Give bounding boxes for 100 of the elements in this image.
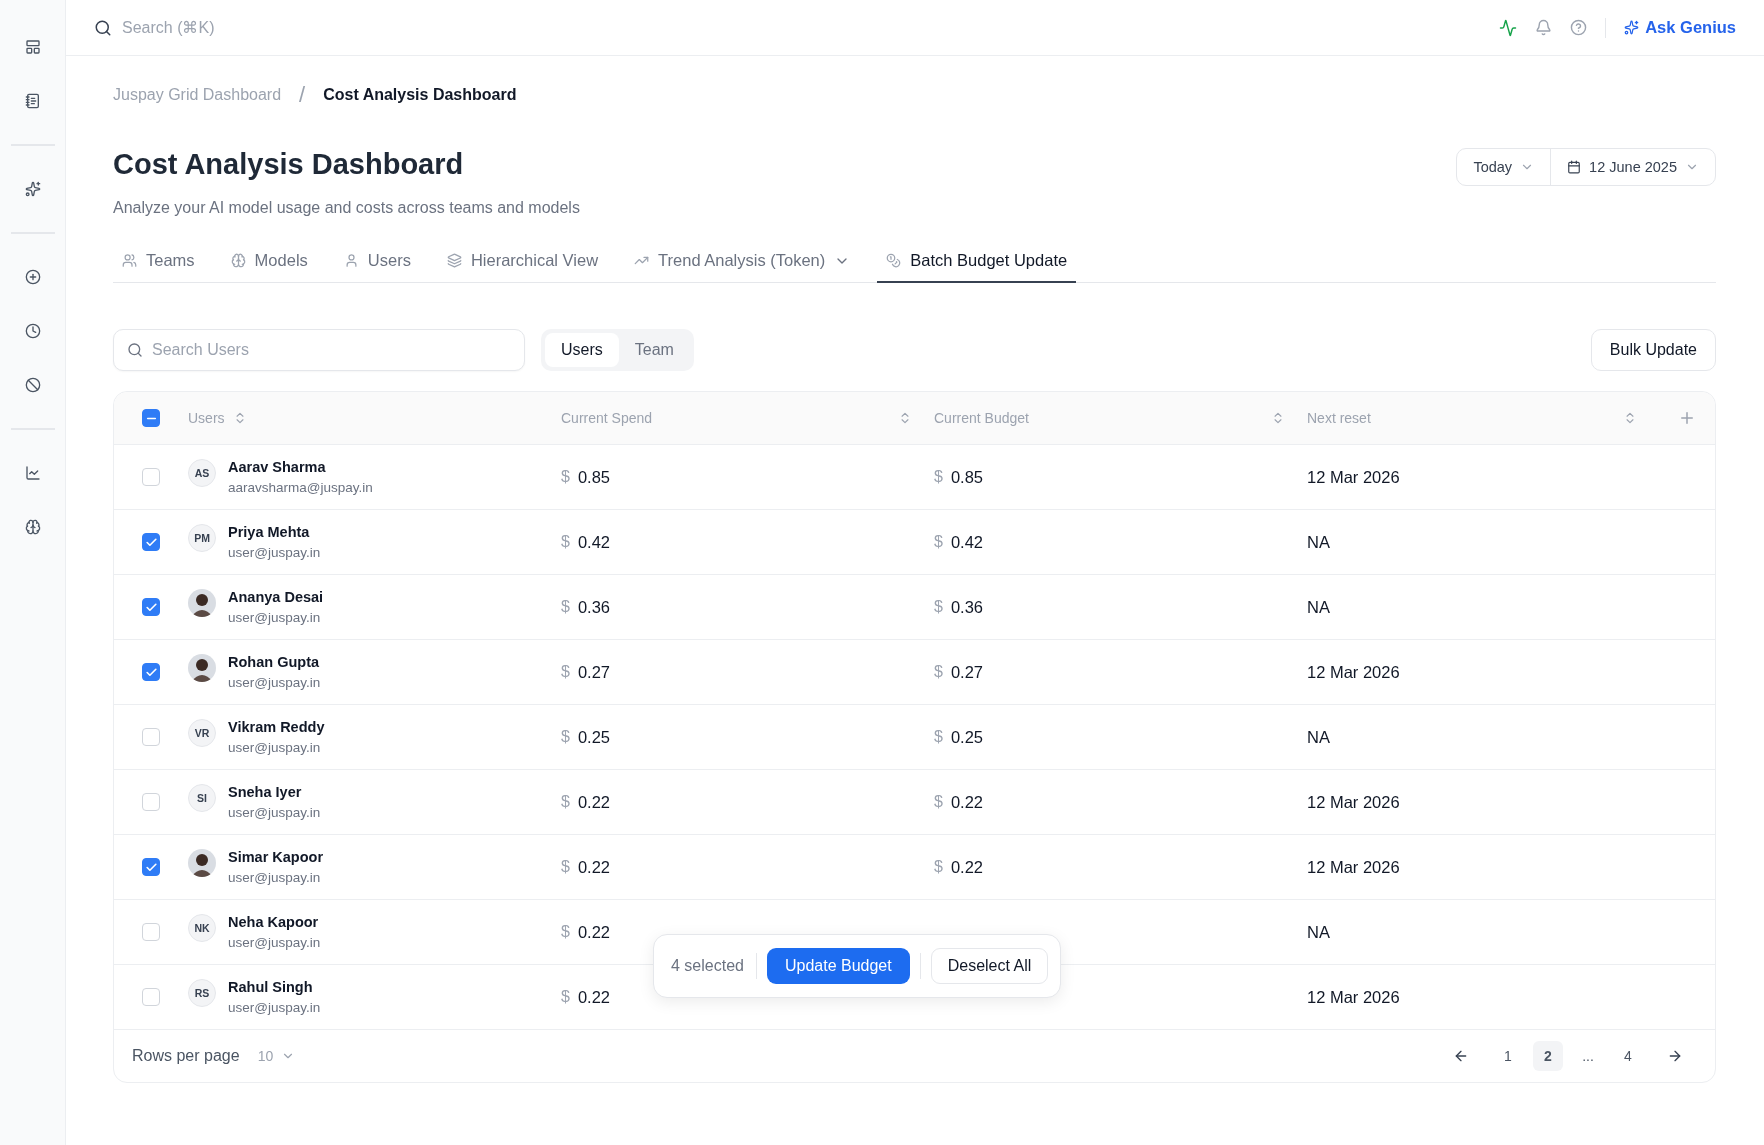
users-icon bbox=[122, 253, 137, 268]
currency-symbol: $ bbox=[561, 663, 570, 681]
deselect-all-button[interactable]: Deselect All bbox=[930, 948, 1049, 984]
breadcrumb-link[interactable]: Cost Analysis Dashboard bbox=[323, 86, 517, 104]
tab[interactable]: Batch Budget Update bbox=[877, 241, 1077, 283]
page-subtitle: Analyze your AI model usage and costs across teams and models bbox=[113, 199, 580, 217]
table-cell: 0.27 bbox=[950, 662, 984, 682]
table-cell: 0.36 bbox=[950, 597, 984, 617]
page-button[interactable]: 2 bbox=[1533, 1041, 1563, 1071]
currency-symbol: $ bbox=[934, 793, 943, 811]
search-icon bbox=[127, 342, 143, 358]
currency-symbol: $ bbox=[561, 468, 570, 486]
date-picker[interactable]: 12 June 2025 bbox=[1550, 149, 1715, 185]
tab[interactable]: Users bbox=[334, 241, 420, 283]
user-name: Vikram Reddy bbox=[228, 719, 325, 735]
table-cell: NA bbox=[1307, 922, 1330, 942]
check-icon bbox=[144, 665, 158, 679]
search-field[interactable]: Search Users bbox=[113, 329, 525, 371]
page-button[interactable]: 4 bbox=[1613, 1041, 1643, 1071]
tab[interactable]: Hierarchical View bbox=[437, 241, 608, 283]
bell-icon[interactable] bbox=[1535, 19, 1553, 36]
range-dropdown[interactable]: Today bbox=[1457, 149, 1551, 185]
user-name: Priya Mehta bbox=[228, 524, 311, 540]
ask-genius-button[interactable]: Ask Genius bbox=[1624, 18, 1736, 37]
column-header: Current Budget bbox=[934, 410, 1029, 426]
currency-symbol: $ bbox=[934, 858, 943, 876]
segment-tab[interactable]: Users bbox=[545, 333, 619, 367]
table-cell: NA bbox=[1307, 597, 1330, 617]
column-header: Next reset bbox=[1307, 410, 1371, 426]
currency-symbol: $ bbox=[934, 468, 943, 486]
table-cell: 0.42 bbox=[577, 532, 611, 552]
table-cell: 0.22 bbox=[950, 792, 984, 812]
table-cell: 0.22 bbox=[577, 922, 611, 942]
user-email: user@juspay.in bbox=[228, 740, 322, 755]
arrow-right-icon bbox=[1667, 1048, 1683, 1064]
table-cell: NA bbox=[1307, 532, 1330, 552]
currency-symbol: $ bbox=[561, 793, 570, 811]
currency-symbol: $ bbox=[561, 988, 570, 1006]
update-budget-button[interactable]: Update Budget bbox=[766, 948, 910, 984]
row-checkbox[interactable] bbox=[142, 533, 160, 551]
table-cell: 0.42 bbox=[950, 532, 984, 552]
selection-count: 4 selected bbox=[671, 957, 744, 975]
row-checkbox[interactable] bbox=[142, 598, 160, 616]
currency-symbol: $ bbox=[934, 728, 943, 746]
tab[interactable]: Teams bbox=[113, 241, 204, 283]
tab[interactable]: Trend Analysis (Token) bbox=[625, 241, 860, 283]
coins-icon bbox=[886, 253, 902, 268]
page-button[interactable]: 1 bbox=[1493, 1041, 1523, 1071]
avatar: VR bbox=[188, 719, 216, 747]
tab[interactable]: Models bbox=[221, 241, 317, 283]
bulk-update-button[interactable]: Bulk Update bbox=[1590, 329, 1716, 371]
page-button[interactable]: ... bbox=[1573, 1041, 1603, 1071]
calendar-icon bbox=[1567, 160, 1582, 174]
avatar: RS bbox=[188, 979, 216, 1007]
currency-symbol: $ bbox=[561, 598, 570, 616]
activity-icon[interactable] bbox=[1499, 18, 1518, 37]
user-name: Ananya Desai bbox=[228, 589, 324, 605]
currency-symbol: $ bbox=[561, 858, 570, 876]
table-cell: 12 Mar 2026 bbox=[1307, 857, 1400, 877]
avatar: AS bbox=[188, 459, 216, 487]
avatar: NK bbox=[188, 914, 216, 942]
currency-symbol: $ bbox=[934, 533, 943, 551]
user-name: Simar Kapoor bbox=[228, 849, 324, 865]
rows-per-page-label: Rows per page bbox=[132, 1047, 240, 1065]
user-name: Rohan Gupta bbox=[228, 654, 321, 670]
user-email: user@juspay.in bbox=[228, 675, 321, 690]
table-cell: 0.22 bbox=[950, 857, 984, 877]
table-cell: 0.25 bbox=[577, 727, 611, 747]
table-cell: 0.85 bbox=[577, 467, 611, 487]
row-checkbox[interactable] bbox=[142, 858, 160, 876]
user-email: user@juspay.in bbox=[228, 935, 321, 950]
table-cell: 12 Mar 2026 bbox=[1307, 467, 1400, 487]
brain-icon bbox=[230, 253, 246, 268]
currency-symbol: $ bbox=[561, 923, 570, 941]
user-icon bbox=[343, 253, 359, 268]
currency-symbol: $ bbox=[561, 728, 570, 746]
column-header: Current Spend bbox=[561, 410, 653, 426]
check-icon bbox=[144, 600, 158, 614]
user-email: aaravsharma@juspay.in bbox=[228, 480, 373, 495]
table-cell: NA bbox=[1307, 727, 1330, 747]
user-name: Sneha Iyer bbox=[228, 784, 303, 800]
plus-icon bbox=[1678, 409, 1696, 427]
table-cell: 12 Mar 2026 bbox=[1307, 987, 1400, 1007]
page-title: Cost Analysis Dashboard bbox=[113, 148, 465, 181]
table-cell: 12 Mar 2026 bbox=[1307, 792, 1400, 812]
help-icon[interactable] bbox=[1570, 19, 1588, 36]
row-checkbox[interactable] bbox=[142, 663, 160, 681]
table-cell: 0.22 bbox=[577, 792, 611, 812]
segment-tab[interactable]: Team bbox=[618, 333, 690, 367]
check-icon bbox=[144, 535, 158, 549]
user-email: user@juspay.in bbox=[228, 545, 321, 560]
select-all-checkbox[interactable] bbox=[142, 409, 160, 427]
table-cell: 0.27 bbox=[577, 662, 611, 682]
sparkles-icon bbox=[1624, 20, 1640, 35]
user-email: user@juspay.in bbox=[228, 610, 322, 625]
user-email: user@juspay.in bbox=[228, 805, 321, 820]
avatar: SI bbox=[188, 784, 216, 812]
table-cell: 0.25 bbox=[950, 727, 984, 747]
currency-symbol: $ bbox=[934, 663, 943, 681]
user-email: user@juspay.in bbox=[228, 1000, 321, 1015]
